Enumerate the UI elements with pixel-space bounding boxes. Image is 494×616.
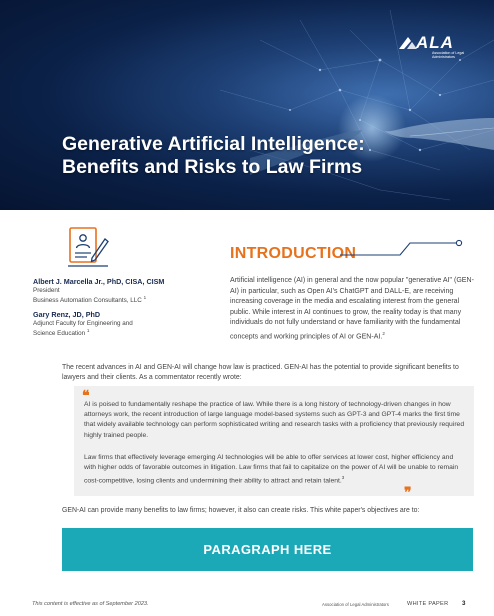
paragraph-banner-label: PARAGRAPH HERE [203,542,332,557]
title-line-1: Generative Artificial Intelligence: [62,133,365,155]
circuit-line-decoration [340,239,463,256]
author-name-1: Albert J. Marcella Jr., PhD, CISA, CISM [33,277,165,286]
quote-paragraph-1: AI is poised to fundamentally reshape th… [84,401,465,439]
ala-swoosh-icon [399,37,417,49]
quote-paragraph-2: Law firms that effectively leverage emer… [84,454,459,485]
introduction-paragraph: Artificial intelligence (AI) in general … [230,277,474,341]
page-title: Generative Artificial Intelligence: Bene… [62,133,482,179]
logo-subtitle: Association of Legal Administrators [432,51,465,60]
hero-banner: ALA Association of Legal Administrators … [0,0,494,210]
author-role-2: Adjunct Faculty for Engineering and Scie… [33,320,133,338]
page-number: 3 [462,600,466,607]
footnote-ref: 1 [86,328,90,334]
document-pen-icon [68,227,109,267]
paragraph-banner: PARAGRAPH HERE [62,528,473,571]
author-name-2: Gary Renz, JD, PhD [33,310,101,319]
logo-text: ALA [416,33,454,52]
title-line-2: Benefits and Risks to Law Firms [62,156,363,178]
closing-paragraph: GEN-AI can provide many benefits to law … [62,507,420,514]
footer-effective-date: This content is effective as of Septembe… [32,601,149,607]
author-role-1: President Business Automation Consultant… [33,287,147,305]
footnote-ref: 1 [143,295,147,301]
footnote-ref: 3 [341,475,345,481]
close-quote-icon: ❞ [404,484,412,500]
footer-organization: Association of Legal Administrators [322,602,389,607]
footnote-ref: 2 [382,330,385,336]
footer-document-label: WHITE PAPER [407,601,449,607]
lead-paragraph: The recent advances in AI and GEN-AI wil… [62,364,459,381]
ala-logo: ALA Association of Legal Administrators [398,33,472,63]
